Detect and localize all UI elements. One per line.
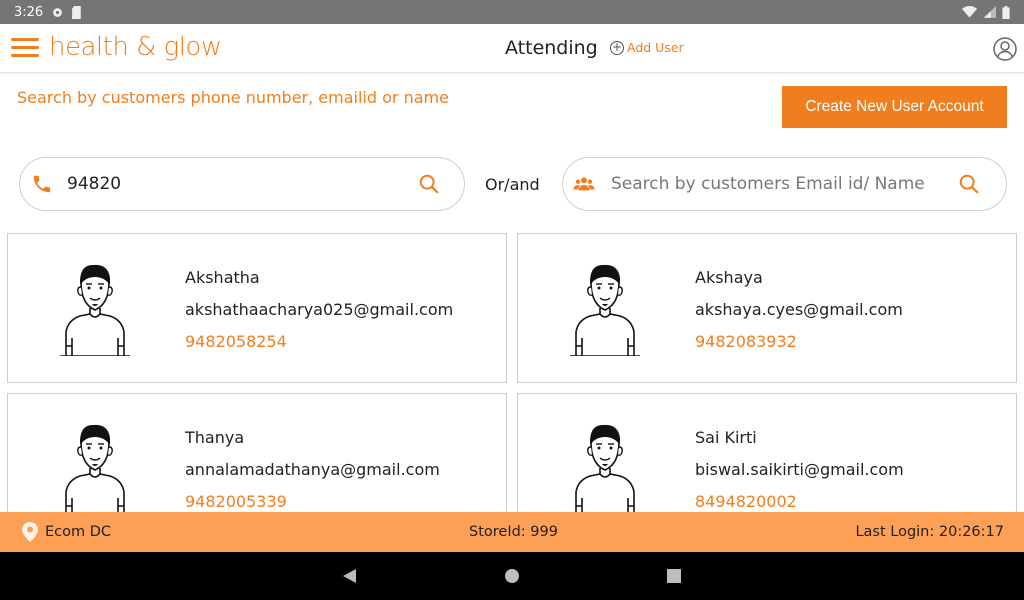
email-search-input[interactable]: [611, 174, 958, 194]
customer-card[interactable]: Akshatha akshathaacharya025@gmail.com 94…: [7, 233, 507, 383]
add-user-button[interactable]: + Add User: [610, 40, 684, 55]
user-circle-icon[interactable]: [993, 37, 1017, 61]
system-nav-bar: [0, 552, 1024, 600]
email-search-box: [562, 157, 1007, 211]
phone-search-box: [19, 157, 465, 211]
app-bar: health & glow Attending + Add User: [0, 24, 1024, 73]
customer-email: akshaya.cyes@gmail.com: [695, 300, 903, 319]
customer-email: akshathaacharya025@gmail.com: [185, 300, 454, 319]
customer-list: Akshatha akshathaacharya025@gmail.com 94…: [0, 233, 1024, 512]
add-user-label: Add User: [627, 40, 684, 55]
brand-logo: health & glow: [49, 32, 222, 62]
status-footer: Ecom DC StoreId: 999 Last Login: 20:26:1…: [0, 512, 1024, 552]
or-and-label: Or/and: [485, 175, 540, 194]
customer-name: Sai Kirti: [695, 428, 757, 447]
customer-name: Thanya: [185, 428, 245, 447]
customer-card[interactable]: Akshaya akshaya.cyes@gmail.com 948208393…: [517, 233, 1017, 383]
wifi-icon: [962, 6, 977, 18]
sd-card-icon: [72, 5, 81, 19]
phone-icon: [33, 175, 51, 193]
plus-circle-icon: +: [610, 39, 624, 55]
customer-name: Akshaya: [695, 268, 763, 287]
customer-phone: 9482005339: [185, 492, 287, 511]
phone-search-input[interactable]: [67, 174, 418, 194]
recents-icon[interactable]: [666, 568, 682, 584]
avatar-icon: [569, 264, 641, 356]
location-pin-icon: [22, 522, 38, 542]
store-id: StoreId: 999: [469, 524, 558, 540]
last-login: Last Login: 20:26:17: [855, 524, 1004, 540]
customer-card[interactable]: Thanya annalamadathanya@gmail.com 948200…: [7, 393, 507, 512]
signal-icon: [983, 6, 996, 18]
avatar-icon: [59, 264, 131, 356]
avatar-icon: [569, 424, 641, 512]
customer-email: annalamadathanya@gmail.com: [185, 460, 440, 479]
customer-phone: 8494820002: [695, 492, 797, 511]
status-bar: 3:26: [0, 0, 1024, 24]
avatar-icon: [59, 424, 131, 512]
battery-icon: [1002, 5, 1010, 19]
back-icon[interactable]: [342, 568, 357, 584]
status-time: 3:26: [14, 4, 44, 20]
create-user-account-button[interactable]: Create New User Account: [782, 86, 1007, 128]
store-location: Ecom DC: [22, 522, 111, 542]
menu-icon[interactable]: [11, 38, 39, 60]
customer-card[interactable]: Sai Kirti biswal.saikirti@gmail.com 8494…: [517, 393, 1017, 512]
customer-email: biswal.saikirti@gmail.com: [695, 460, 904, 479]
home-icon[interactable]: [504, 568, 520, 584]
customer-phone: 9482083932: [695, 332, 797, 351]
settings-icon: [53, 7, 63, 17]
users-icon: [573, 177, 595, 191]
search-icon[interactable]: [958, 173, 980, 195]
customer-name: Akshatha: [185, 268, 260, 287]
page-title: Attending: [505, 37, 598, 59]
search-icon[interactable]: [418, 173, 440, 195]
location-name: Ecom DC: [45, 524, 112, 540]
search-hint: Search by customers phone number, emaili…: [17, 88, 449, 107]
customer-phone: 9482058254: [185, 332, 287, 351]
